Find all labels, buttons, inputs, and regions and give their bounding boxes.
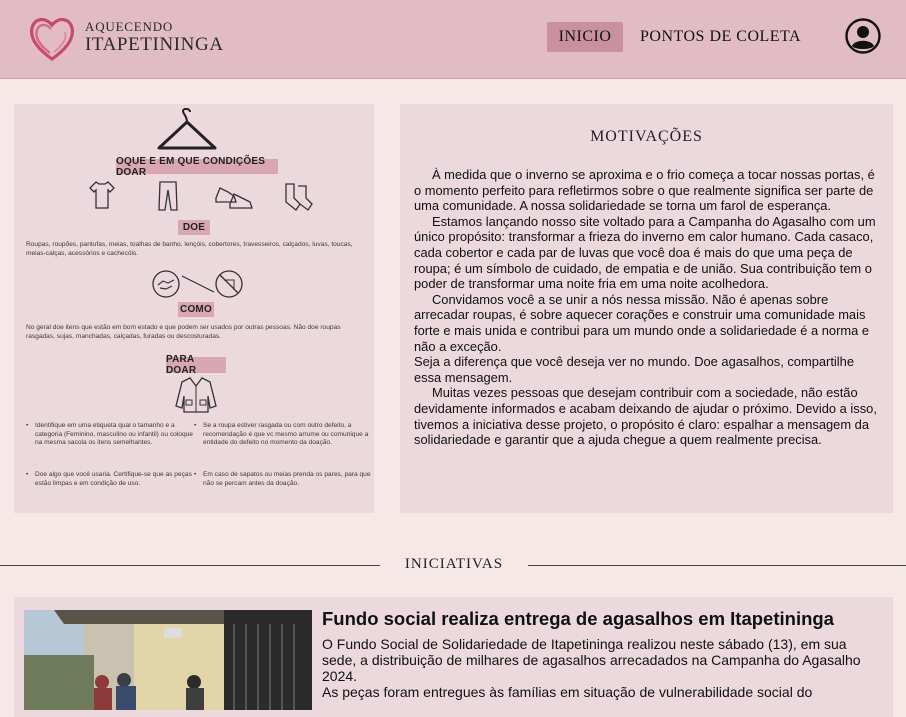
- brand-line-2: ITAPETININGA: [85, 34, 224, 55]
- shoes-icon: [215, 187, 253, 209]
- heart-logo-icon[interactable]: [27, 12, 77, 64]
- news-photo[interactable]: [24, 610, 312, 710]
- motivations-paragraph: Convidamos você a se unir a nós nessa mi…: [414, 291, 870, 354]
- site-header: AQUECENDO ITAPETININGA INICIO PONTOS DE …: [0, 0, 906, 79]
- news-text: O Fundo Social de Solidariedade de Itape…: [322, 636, 882, 700]
- pants-icon: [158, 181, 178, 211]
- motivations-paragraph: Seja a diferença que você deseja ver no …: [414, 354, 854, 385]
- donation-info-card: OQUE E EM QUE CONDIÇÕES DOAR DOE Roupas,…: [14, 104, 374, 513]
- divider-right: [528, 565, 906, 566]
- como-text: No geral doe itens que estão em bom esta…: [26, 324, 341, 340]
- motivations-title: MOTIVAÇÕES: [590, 128, 703, 145]
- motivations-paragraph: Estamos lançando nosso site voltado para…: [414, 213, 876, 292]
- tip-item: Se a roupa estiver rasgada ou com outro …: [194, 422, 371, 448]
- tip-item: Em caso de sapatos ou meias prenda os pa…: [194, 471, 371, 488]
- motivations-paragraph: Muitas vezes pessoas que desejam contrib…: [414, 385, 877, 448]
- socks-icon: [285, 183, 313, 211]
- brand-name[interactable]: AQUECENDO ITAPETININGA: [85, 20, 224, 56]
- coat-icon: [175, 377, 217, 413]
- divider-left: [0, 565, 380, 566]
- motivations-card: MOTIVAÇÕES À medida que o inverno se apr…: [400, 104, 893, 513]
- tip-item: Identifique em uma etiqueta qual o taman…: [26, 422, 193, 448]
- motivations-text: À medida que o inverno se aproxima e o f…: [414, 167, 884, 448]
- label-doe: DOE: [178, 220, 210, 235]
- label-para-doar: PARA DOAR: [166, 354, 226, 376]
- motivations-paragraph: À medida que o inverno se aproxima e o f…: [414, 167, 875, 214]
- news-paragraph: As peças foram entregues às famílias em …: [322, 684, 813, 700]
- user-profile-icon[interactable]: [845, 18, 881, 54]
- shirt-icon: [89, 181, 115, 209]
- iniciativas-title: INICIATIVAS: [404, 556, 504, 572]
- news-title[interactable]: Fundo social realiza entrega de agasalho…: [322, 608, 882, 630]
- hanger-icon: [157, 108, 217, 150]
- nav-inicio[interactable]: INICIO: [547, 22, 623, 52]
- handshake-icon: [152, 270, 243, 298]
- nav-pontos-de-coleta[interactable]: PONTOS DE COLETA: [640, 22, 801, 52]
- doe-text: Roupas, roupões, pantufas, meias, toalha…: [26, 241, 353, 257]
- news-paragraph: O Fundo Social de Solidariedade de Itape…: [322, 636, 861, 684]
- brand-line-1: AQUECENDO: [85, 19, 174, 34]
- section-heading-what-to-donate: OQUE E EM QUE CONDIÇÕES DOAR: [116, 156, 278, 178]
- tip-item: Doe algo que você usaria. Certifique-se …: [26, 471, 197, 488]
- label-como: COMO: [178, 302, 214, 317]
